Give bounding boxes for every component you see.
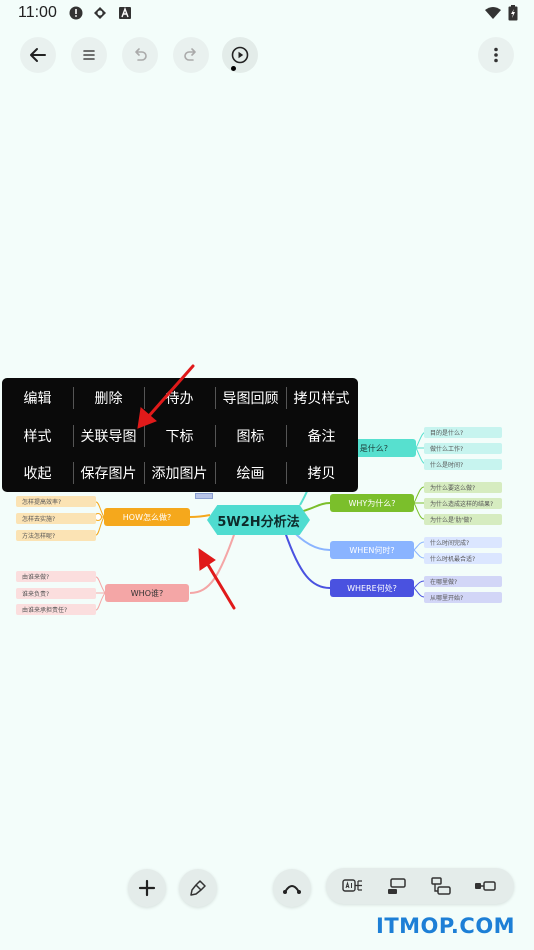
annotation-arrow-top: [146, 364, 195, 419]
paint-brush-icon: [190, 880, 206, 896]
annotation-arrowhead-bottom: [198, 548, 216, 571]
add-parent-node-icon[interactable]: [386, 876, 408, 896]
annotation-arrows: [137, 364, 236, 610]
watermark: ITMOP.COM: [376, 914, 516, 938]
add-node-button[interactable]: [128, 869, 166, 907]
add-sibling-node-icon[interactable]: [474, 876, 496, 896]
relation-line-button[interactable]: [273, 869, 311, 907]
annotation-arrow-bottom: [205, 561, 236, 610]
plus-icon: [138, 879, 156, 897]
add-child-node-icon[interactable]: [430, 876, 452, 896]
ai-map-icon[interactable]: [342, 876, 364, 896]
node-tools-group: [326, 868, 514, 904]
curve-link-icon: [283, 885, 301, 894]
format-painter-button[interactable]: [179, 869, 217, 907]
